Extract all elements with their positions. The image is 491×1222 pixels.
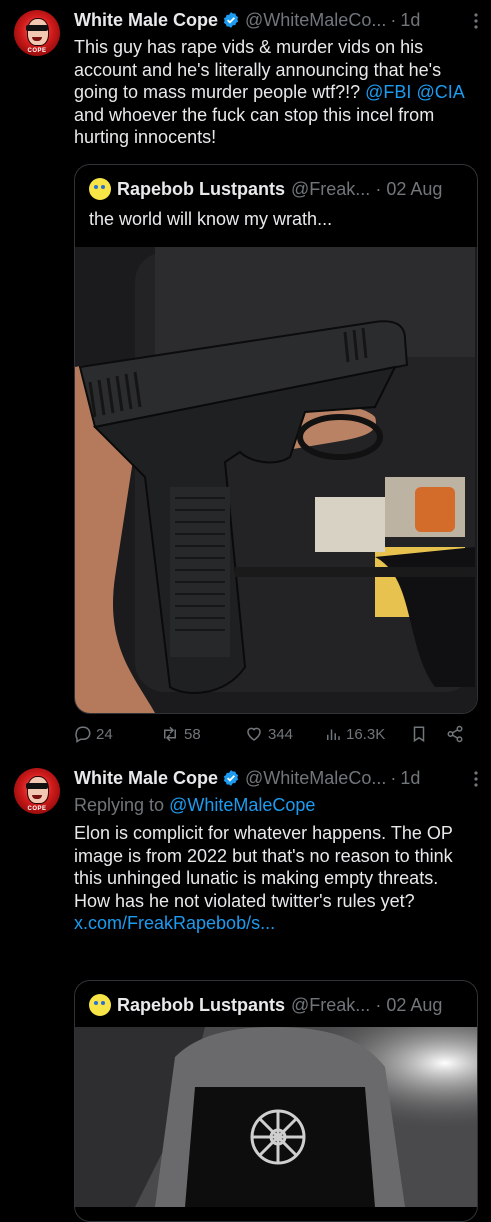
author-handle[interactable]: @WhiteMaleCo... <box>245 10 386 31</box>
tweet-2[interactable]: COPE White Male Cope @WhiteMaleCo... · 1… <box>0 760 491 1222</box>
share-button[interactable] <box>446 725 468 743</box>
quote-date: 02 Aug <box>386 178 443 199</box>
mention-cia[interactable]: @CIA <box>416 82 463 102</box>
mention-fbi[interactable]: @FBI <box>365 82 411 102</box>
separator-dot: · <box>390 9 397 30</box>
quote-author-handle: @Freak... <box>291 994 371 1015</box>
tweet-link[interactable]: x.com/FreakRapebob/s... <box>74 913 275 933</box>
view-count: 16.3K <box>346 725 386 743</box>
quoted-tweet[interactable]: Rapebob Lustpants @Freak... · 02 Aug the… <box>74 164 478 714</box>
verified-badge-icon <box>223 770 239 786</box>
bookmark-icon <box>413 726 425 743</box>
replying-to: Replying to @WhiteMaleCope <box>74 794 479 817</box>
quote-author-name: Rapebob Lustpants <box>117 178 286 199</box>
reply-button[interactable]: 24 <box>74 725 160 743</box>
quote-media-image[interactable] <box>75 1027 477 1207</box>
separator-dot: · <box>390 767 397 788</box>
reply-icon <box>75 726 91 743</box>
quote-author-handle: @Freak... <box>291 178 371 199</box>
quote-avatar <box>89 178 111 200</box>
quote-header: Rapebob Lustpants @Freak... · 02 Aug <box>89 993 465 1017</box>
replying-to-handle[interactable]: @WhiteMaleCope <box>169 795 315 815</box>
tweet-actions: 24 58 344 16.3K <box>74 722 475 746</box>
bookmark-button[interactable] <box>410 725 446 743</box>
quote-header: Rapebob Lustpants @Freak... · 02 Aug <box>89 177 465 201</box>
quoted-tweet[interactable]: Rapebob Lustpants @Freak... · 02 Aug <box>74 980 478 1222</box>
separator-dot: · <box>375 178 382 199</box>
tweet-header: White Male Cope @WhiteMaleCo... · 1d <box>74 8 481 32</box>
timestamp[interactable]: 1d <box>400 10 420 31</box>
tweet-text-part: Elon is complicit for whatever happens. … <box>74 823 453 911</box>
like-button[interactable]: 344 <box>244 725 324 743</box>
quote-media-image[interactable] <box>75 247 477 713</box>
author-name[interactable]: White Male Cope <box>74 10 218 31</box>
quote-date: 02 Aug <box>386 994 443 1015</box>
reply-count: 24 <box>96 725 113 743</box>
tweet-text: This guy has rape vids & murder vids on … <box>74 36 479 149</box>
author-handle[interactable]: @WhiteMaleCo... <box>245 768 386 789</box>
more-icon[interactable] <box>473 12 479 35</box>
like-icon <box>247 727 261 741</box>
repost-count: 58 <box>184 725 201 743</box>
more-icon[interactable] <box>473 770 479 793</box>
separator-dot: · <box>375 994 382 1015</box>
tweet-text: Elon is complicit for whatever happens. … <box>74 822 479 935</box>
quote-avatar <box>89 994 111 1016</box>
quote-author-name: Rapebob Lustpants <box>117 994 286 1015</box>
views-icon <box>327 729 340 740</box>
share-icon <box>447 725 463 743</box>
tweet-header: White Male Cope @WhiteMaleCo... · 1d <box>74 766 481 790</box>
tweet-1[interactable]: COPE White Male Cope @WhiteMaleCo... · 1… <box>0 0 491 760</box>
repost-icon <box>164 726 176 742</box>
views-button[interactable]: 16.3K <box>324 725 410 743</box>
timestamp[interactable]: 1d <box>400 768 420 789</box>
avatar[interactable]: COPE <box>14 10 60 56</box>
like-count: 344 <box>268 725 294 743</box>
tweet-text-part: and whoever the fuck can stop this incel… <box>74 104 435 148</box>
replying-to-label: Replying to <box>74 795 170 815</box>
repost-button[interactable]: 58 <box>160 725 244 743</box>
author-name[interactable]: White Male Cope <box>74 768 218 789</box>
quote-text: the world will know my wrath... <box>89 209 333 229</box>
avatar[interactable]: COPE <box>14 768 60 814</box>
verified-badge-icon <box>223 12 239 28</box>
